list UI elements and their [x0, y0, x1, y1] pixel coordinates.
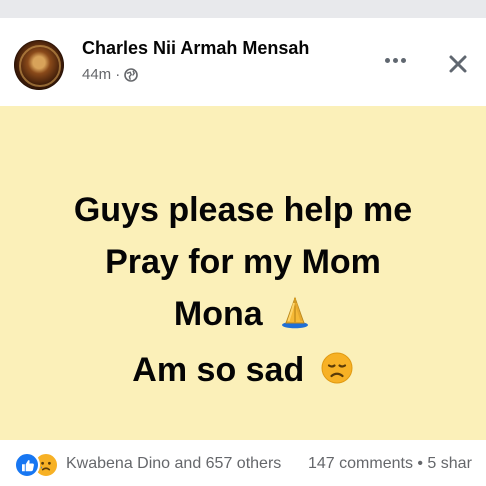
close-icon	[449, 55, 467, 73]
close-button[interactable]	[448, 54, 468, 74]
more-dots-icon	[385, 58, 390, 63]
post-line-2: Pray for my Mom	[105, 243, 381, 281]
meta-separator: ·	[115, 66, 121, 83]
reactors-text[interactable]: Kwabena Dino and 657 others	[66, 455, 281, 473]
globe-icon[interactable]	[124, 67, 138, 82]
post-meta: 44m ·	[82, 66, 138, 83]
reaction-icons[interactable]	[14, 452, 59, 478]
avatar-ring	[19, 45, 61, 87]
sad-face-icon	[320, 348, 354, 400]
post-line-3-text: Mona	[173, 295, 263, 333]
top-bar	[0, 0, 486, 18]
more-options-button[interactable]	[385, 50, 411, 68]
author-avatar[interactable]	[14, 40, 64, 90]
post-line-4: Am so sad	[0, 344, 486, 400]
post-line-3: Mona	[0, 288, 486, 344]
post-footer: Kwabena Dino and 657 others 147 comments…	[0, 440, 486, 486]
post-header: Charles Nii Armah Mensah 44m ·	[0, 18, 486, 106]
author-name[interactable]: Charles Nii Armah Mensah	[82, 38, 309, 59]
status-background-post: Guys please help me Pray for my Mom Mona…	[0, 106, 486, 440]
folded-hands-icon	[278, 292, 312, 344]
post-line-1: Guys please help me	[73, 191, 413, 229]
comment-share-counts[interactable]: 147 comments • 5 shar	[308, 455, 472, 473]
like-reaction-icon	[14, 452, 40, 478]
post-time[interactable]: 44m	[82, 66, 111, 83]
post-line-4-text: Am so sad	[132, 351, 305, 389]
post-text: Guys please help me Pray for my Mom Mona…	[0, 184, 486, 400]
